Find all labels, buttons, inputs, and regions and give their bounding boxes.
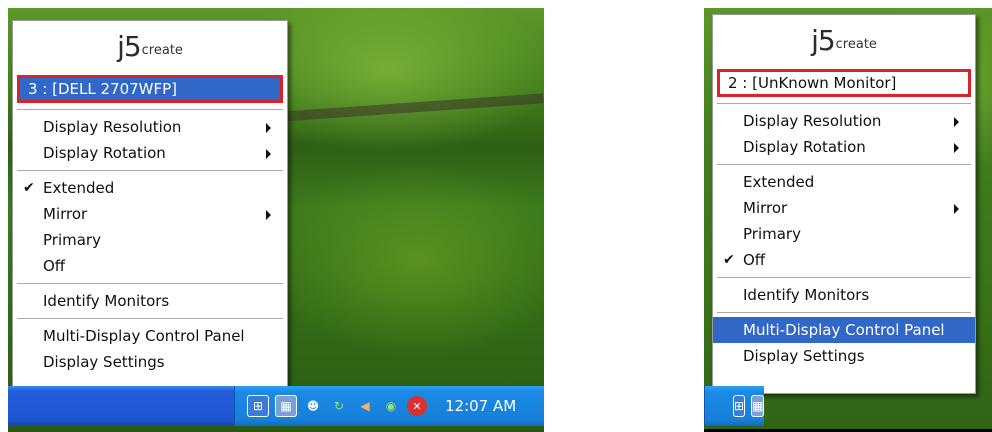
menu-separator bbox=[717, 312, 971, 313]
network-icon[interactable]: ⊞ bbox=[733, 395, 746, 417]
submenu-arrow-icon bbox=[954, 117, 959, 127]
checkmark-icon: ✔ bbox=[723, 252, 735, 268]
top-strip bbox=[704, 0, 992, 8]
menu-item-off[interactable]: Off bbox=[13, 253, 287, 279]
logo-brand: j5 bbox=[117, 29, 142, 63]
taskbar: ⊞ ▦ ☻ ↻ ◀ ◉ ✕ 12:07 AM bbox=[8, 386, 544, 426]
menu-item-control-panel[interactable]: Multi-Display Control Panel bbox=[13, 323, 287, 349]
submenu-arrow-icon bbox=[954, 204, 959, 214]
security-icon[interactable]: ✕ bbox=[407, 396, 427, 416]
menu-item-display-resolution[interactable]: Display Resolution bbox=[13, 114, 287, 140]
menu-item-identify-monitors[interactable]: Identify Monitors bbox=[713, 282, 975, 308]
menu-separator bbox=[17, 318, 283, 319]
menu-item-label: Display Rotation bbox=[743, 138, 866, 156]
menu-separator bbox=[17, 170, 283, 171]
right-screenshot: j5 create 2 : [UnKnown Monitor] Display … bbox=[704, 0, 992, 432]
menu-item-label: Display Settings bbox=[743, 347, 865, 365]
volume-icon[interactable]: ◀ bbox=[355, 396, 375, 416]
nvidia-icon[interactable]: ◉ bbox=[381, 396, 401, 416]
menu-item-identify-monitors[interactable]: Identify Monitors bbox=[13, 288, 287, 314]
menu-item-label: Off bbox=[743, 251, 766, 269]
left-screenshot: j5 create 3 : [DELL 2707WFP] Display Res… bbox=[8, 0, 544, 432]
menu-item-extended[interactable]: Extended bbox=[713, 169, 975, 195]
menu-item-label: Multi-Display Control Panel bbox=[43, 327, 245, 345]
j5create-logo: j5 create bbox=[713, 15, 975, 65]
network-icon[interactable]: ⊞ bbox=[247, 395, 269, 417]
monitor-annotation-box: 2 : [UnKnown Monitor] bbox=[717, 69, 971, 97]
submenu-arrow-icon bbox=[954, 143, 959, 153]
j5-icon[interactable]: ▦ bbox=[751, 395, 765, 417]
logo-suffix: create bbox=[141, 42, 183, 58]
menu-item-mirror[interactable]: Mirror bbox=[713, 195, 975, 221]
menu-item-monitor[interactable]: 2 : [UnKnown Monitor] bbox=[720, 72, 968, 94]
menu-item-label: Identify Monitors bbox=[743, 286, 870, 304]
menu-separator bbox=[717, 103, 971, 104]
j5create-logo: j5 create bbox=[13, 21, 287, 71]
taskbar: ⊞ ▦ bbox=[704, 386, 765, 426]
submenu-arrow-icon bbox=[266, 149, 271, 159]
menu-item-extended[interactable]: ✔ Extended bbox=[13, 175, 287, 201]
menu-item-label: Display Resolution bbox=[43, 118, 182, 136]
menu-item-display-settings[interactable]: Display Settings bbox=[13, 349, 287, 375]
clock[interactable]: 12:07 AM bbox=[445, 397, 516, 415]
logo-brand: j5 bbox=[811, 23, 836, 57]
menu-item-off[interactable]: ✔ Off bbox=[713, 247, 975, 273]
sync-icon[interactable]: ↻ bbox=[329, 396, 349, 416]
menu-item-display-resolution[interactable]: Display Resolution bbox=[713, 108, 975, 134]
menu-item-control-panel[interactable]: Multi-Display Control Panel bbox=[713, 317, 975, 343]
system-tray: ⊞ ▦ bbox=[704, 386, 765, 426]
menu-item-mirror[interactable]: Mirror bbox=[13, 201, 287, 227]
menu-item-display-rotation[interactable]: Display Rotation bbox=[13, 140, 287, 166]
menu-item-label: Extended bbox=[743, 173, 815, 191]
menu-item-monitor[interactable]: 3 : [DELL 2707WFP] bbox=[20, 78, 280, 100]
menu-item-label: Display Rotation bbox=[43, 144, 166, 162]
menu-item-label: Display Settings bbox=[43, 353, 165, 371]
menu-item-label: Identify Monitors bbox=[43, 292, 170, 310]
submenu-arrow-icon bbox=[266, 123, 271, 133]
menu-separator bbox=[717, 277, 971, 278]
menu-item-label: Mirror bbox=[43, 205, 88, 223]
monitor-annotation-box: 3 : [DELL 2707WFP] bbox=[17, 75, 283, 103]
menu-item-label: Primary bbox=[743, 225, 801, 243]
logo-suffix: create bbox=[835, 36, 877, 52]
menu-separator bbox=[17, 109, 283, 110]
menu-separator bbox=[17, 283, 283, 284]
system-tray: ⊞ ▦ ☻ ↻ ◀ ◉ ✕ 12:07 AM bbox=[234, 386, 544, 426]
menu-item-label: Extended bbox=[43, 179, 115, 197]
menu-item-primary[interactable]: Primary bbox=[13, 227, 287, 253]
context-menu: j5 create 3 : [DELL 2707WFP] Display Res… bbox=[12, 20, 288, 404]
j5-icon[interactable]: ▦ bbox=[275, 395, 297, 417]
menu-item-label: Display Resolution bbox=[743, 112, 882, 130]
menu-separator bbox=[717, 164, 971, 165]
menu-item-label: Primary bbox=[43, 231, 101, 249]
menu-item-label: Mirror bbox=[743, 199, 788, 217]
menu-item-display-rotation[interactable]: Display Rotation bbox=[713, 134, 975, 160]
menu-item-display-settings[interactable]: Display Settings bbox=[713, 343, 975, 369]
menu-item-label: Multi-Display Control Panel bbox=[743, 321, 945, 339]
checkmark-icon: ✔ bbox=[23, 180, 35, 196]
submenu-arrow-icon bbox=[266, 210, 271, 220]
menu-item-primary[interactable]: Primary bbox=[713, 221, 975, 247]
messenger-icon[interactable]: ☻ bbox=[303, 396, 323, 416]
menu-item-label: Off bbox=[43, 257, 66, 275]
top-strip bbox=[8, 0, 544, 8]
context-menu: j5 create 2 : [UnKnown Monitor] Display … bbox=[712, 14, 976, 394]
